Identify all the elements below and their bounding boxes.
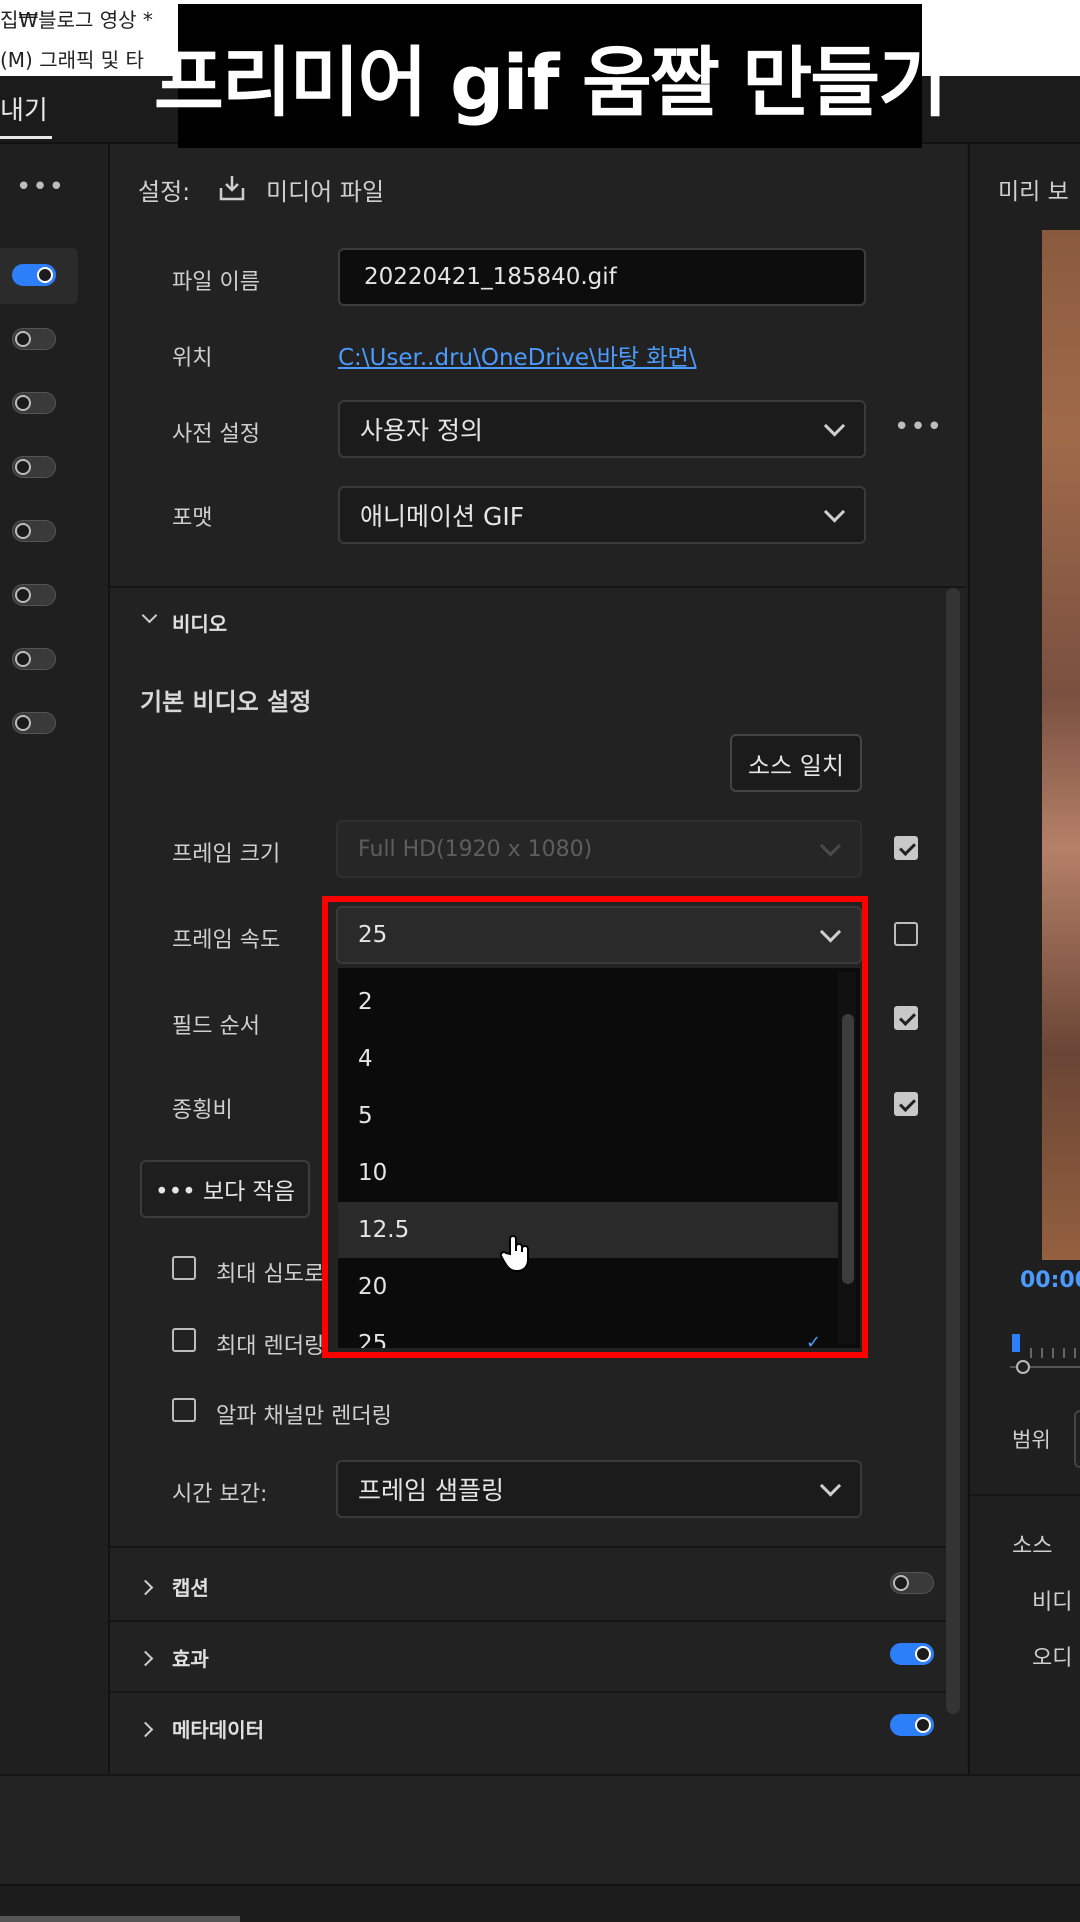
destination-toggle[interactable] <box>12 712 56 734</box>
settings-header-label: 설정: <box>138 178 191 206</box>
more-options-icon[interactable]: ••• <box>16 172 65 202</box>
toggle-knob <box>15 459 31 475</box>
preset-value: 사용자 정의 <box>360 416 483 445</box>
preview-header: 미리 보 <box>998 179 1069 205</box>
max-depth-checkbox[interactable] <box>172 1256 196 1280</box>
chevron-down-icon <box>823 415 846 437</box>
source-video-label: 비디 <box>1032 1590 1073 1615</box>
section-title[interactable]: 캡션 <box>172 1572 209 1601</box>
section-title[interactable]: 메타데이터 <box>172 1714 264 1743</box>
preset-label: 사전 설정 <box>172 422 260 447</box>
bottom-bar <box>0 1774 1080 1886</box>
show-less-button[interactable]: ••• 보다 작음 <box>140 1160 310 1218</box>
max-render-checkbox[interactable] <box>172 1328 196 1352</box>
video-headline-caption: 프리미어 gif 움짤 만들기 <box>154 4 948 148</box>
section-title[interactable]: 효과 <box>172 1643 209 1672</box>
frame-rate-match-checkbox[interactable] <box>894 922 918 946</box>
file-name-label: 파일 이름 <box>172 270 260 295</box>
format-value: 애니메이션 GIF <box>360 502 525 531</box>
file-name-input[interactable]: 20220421_185840.gif <box>338 248 866 306</box>
max-render-label: 최대 렌더링 <box>216 1334 325 1359</box>
destination-toggle[interactable] <box>12 264 56 286</box>
tab-export[interactable]: 내기 <box>0 90 48 127</box>
frame-rate-label: 프레임 속도 <box>172 928 281 953</box>
destination-toggle[interactable] <box>12 584 56 606</box>
toggle-knob <box>15 587 31 603</box>
range-select[interactable] <box>1074 1410 1080 1468</box>
playhead-marker[interactable] <box>1012 1334 1020 1352</box>
toggle-knob <box>37 267 53 283</box>
preset-more-icon[interactable]: ••• <box>894 412 943 442</box>
frame-size-label: 프레임 크기 <box>172 842 281 867</box>
max-depth-label: 최대 심도로 <box>216 1262 325 1287</box>
location-label: 위치 <box>172 346 213 371</box>
panel-scrollbar[interactable] <box>946 588 960 1714</box>
destination-toggle[interactable] <box>12 392 56 414</box>
frame-size-select: Full HD(1920 x 1080) <box>336 820 862 878</box>
timeline-tick <box>1030 1348 1032 1358</box>
toggle-knob <box>915 1646 931 1662</box>
time-interpolation-value: 프레임 샘플링 <box>358 1476 504 1505</box>
status-bar <box>0 1884 1080 1922</box>
alpha-only-checkbox[interactable] <box>172 1398 196 1422</box>
aspect-ratio-label: 종횡비 <box>172 1098 233 1123</box>
tab-active-indicator <box>0 136 52 139</box>
section-toggle[interactable] <box>890 1572 934 1594</box>
destination-list: ••• <box>0 144 110 1774</box>
range-label: 범위 <box>1012 1428 1051 1452</box>
timeline-tick <box>1063 1348 1065 1358</box>
chevron-down-icon <box>823 501 846 523</box>
match-source-button[interactable]: 소스 일치 <box>730 734 862 792</box>
preview-image <box>1042 230 1080 1260</box>
chevron-down-icon <box>819 835 842 857</box>
divider <box>110 1691 946 1693</box>
format-label: 포맷 <box>172 506 213 531</box>
highlight-box <box>322 896 868 1358</box>
basic-video-settings-title: 기본 비디오 설정 <box>140 688 312 716</box>
field-order-label: 필드 순서 <box>172 1014 260 1039</box>
toggle-knob <box>15 651 31 667</box>
location-link[interactable]: C:\User..dru\OneDrive\바탕 화면\ <box>338 338 696 372</box>
toggle-knob <box>893 1575 909 1591</box>
divider <box>110 1620 946 1622</box>
time-interpolation-select[interactable]: 프레임 샘플링 <box>336 1460 862 1518</box>
toggle-knob <box>15 523 31 539</box>
aspect-ratio-match-checkbox[interactable] <box>894 1092 918 1116</box>
toggle-knob <box>915 1717 931 1733</box>
destination-toggle[interactable] <box>12 328 56 350</box>
video-section-title[interactable]: 비디오 <box>172 608 227 637</box>
timeline-tick <box>1041 1348 1043 1358</box>
chevron-down-icon <box>819 1475 842 1497</box>
field-order-match-checkbox[interactable] <box>894 1006 918 1030</box>
frame-size-value: Full HD(1920 x 1080) <box>358 836 593 862</box>
section-toggle[interactable] <box>890 1643 934 1665</box>
timeline-tick <box>1074 1348 1076 1358</box>
alpha-only-label: 알파 채널만 렌더링 <box>216 1404 392 1429</box>
divider <box>110 586 966 588</box>
destination-toggle[interactable] <box>12 456 56 478</box>
toggle-knob <box>15 331 31 347</box>
hand-cursor-icon <box>499 1234 534 1278</box>
window-title: 집₩블로그 영상 * <box>0 8 153 32</box>
format-select[interactable]: 애니메이션 GIF <box>338 486 866 544</box>
time-interpolation-label: 시간 보간: <box>172 1482 268 1507</box>
preset-select[interactable]: 사용자 정의 <box>338 400 866 458</box>
divider <box>970 1494 1080 1496</box>
timeline-in-point[interactable] <box>1016 1360 1030 1374</box>
timeline-tick <box>1052 1348 1054 1358</box>
frame-size-match-checkbox[interactable] <box>894 836 918 860</box>
toggle-knob <box>15 395 31 411</box>
menu-bar[interactable]: (M) 그래픽 및 타 <box>0 44 144 73</box>
source-audio-label: 오디 <box>1032 1646 1073 1671</box>
destination-toggle[interactable] <box>12 648 56 670</box>
horizontal-scrollbar[interactable] <box>0 1916 240 1922</box>
destination-toggle[interactable] <box>12 520 56 542</box>
timecode[interactable]: 00:00 <box>1020 1268 1080 1293</box>
toggle-knob <box>15 715 31 731</box>
source-label: 소스 <box>1012 1534 1053 1559</box>
section-toggle[interactable] <box>890 1714 934 1736</box>
settings-header-target: 미디어 파일 <box>266 178 385 206</box>
divider <box>110 1546 946 1548</box>
download-icon <box>216 172 248 208</box>
